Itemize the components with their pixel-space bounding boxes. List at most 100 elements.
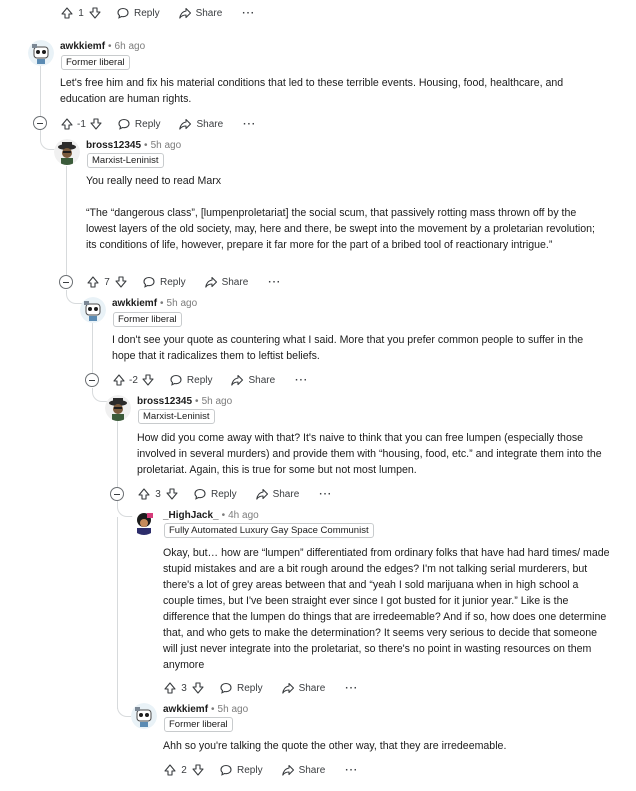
downvote-icon[interactable] bbox=[191, 763, 205, 777]
reply-button[interactable]: Reply bbox=[219, 763, 263, 777]
comment-meta: bross12345 • 5h ago bbox=[86, 140, 182, 151]
username[interactable]: _HighJack_ bbox=[163, 510, 219, 521]
upvote-icon[interactable] bbox=[163, 763, 177, 777]
thread-line bbox=[92, 322, 93, 374]
share-button[interactable]: Share bbox=[230, 373, 275, 387]
comment-body: Let's free him and fix his material cond… bbox=[60, 77, 564, 105]
share-button[interactable]: Share bbox=[255, 487, 299, 501]
upvote-icon[interactable] bbox=[60, 6, 74, 20]
reply-icon bbox=[220, 764, 232, 776]
timestamp[interactable]: 5h ago bbox=[202, 396, 233, 407]
vote-count: 7 bbox=[104, 276, 110, 288]
reply-button[interactable]: Reply bbox=[193, 487, 237, 501]
avatar[interactable] bbox=[131, 703, 157, 729]
downvote-icon[interactable] bbox=[88, 6, 102, 20]
action-bar: 7 Reply Share ··· bbox=[86, 274, 281, 290]
downvote-icon[interactable] bbox=[191, 681, 205, 695]
avatar[interactable] bbox=[105, 395, 131, 421]
share-icon bbox=[178, 7, 191, 19]
username[interactable]: bross12345 bbox=[86, 140, 141, 151]
timestamp[interactable]: 4h ago bbox=[228, 510, 259, 521]
more-options-button[interactable]: ··· bbox=[295, 375, 308, 386]
action-bar: 3 Reply Share ··· bbox=[137, 486, 332, 502]
collapse-thread-button[interactable] bbox=[110, 487, 124, 501]
reply-button[interactable]: Reply bbox=[169, 373, 212, 387]
comment-meta: awkkiemf • 5h ago bbox=[112, 298, 198, 309]
thread-line bbox=[117, 517, 118, 709]
vote-count: -2 bbox=[129, 374, 138, 386]
comment-body: Okay, but… how are “lumpen” differentiat… bbox=[163, 547, 610, 671]
upvote-icon[interactable] bbox=[112, 373, 126, 387]
more-options-button[interactable]: ··· bbox=[242, 8, 255, 19]
share-icon bbox=[255, 488, 268, 500]
username[interactable]: bross12345 bbox=[137, 396, 192, 407]
collapse-thread-button[interactable] bbox=[59, 275, 73, 289]
reply-button[interactable]: Reply bbox=[219, 681, 263, 695]
timestamp[interactable]: 5h ago bbox=[218, 704, 249, 715]
thread-line bbox=[117, 420, 118, 488]
reply-icon bbox=[220, 682, 232, 694]
timestamp[interactable]: 5h ago bbox=[167, 298, 198, 309]
thread-curve bbox=[66, 290, 82, 304]
more-options-button[interactable]: ··· bbox=[345, 765, 358, 776]
share-icon bbox=[204, 276, 217, 288]
share-button[interactable]: Share bbox=[204, 275, 248, 289]
more-options-button[interactable]: ··· bbox=[243, 119, 256, 130]
avatar[interactable] bbox=[131, 509, 157, 535]
reply-button[interactable]: Reply bbox=[116, 6, 160, 20]
timestamp[interactable]: 5h ago bbox=[151, 140, 182, 151]
comment-body: How did you come away with that? It's na… bbox=[137, 432, 602, 476]
reply-button[interactable]: Reply bbox=[117, 117, 160, 131]
reply-icon bbox=[143, 276, 155, 288]
downvote-icon[interactable] bbox=[114, 275, 128, 289]
action-bar: -1 Reply Share ··· bbox=[60, 116, 256, 132]
share-button[interactable]: Share bbox=[178, 117, 223, 131]
downvote-icon[interactable] bbox=[89, 117, 103, 131]
thread-curve bbox=[117, 500, 133, 517]
share-button[interactable]: Share bbox=[281, 763, 325, 777]
comment-meta: awkkiemf • 6h ago bbox=[60, 41, 146, 52]
user-flair: Former liberal bbox=[61, 55, 130, 70]
more-options-button[interactable]: ··· bbox=[345, 683, 358, 694]
comment-body: I don't see your quote as countering wha… bbox=[112, 334, 584, 362]
reply-button[interactable]: Reply bbox=[142, 275, 186, 289]
collapse-thread-button[interactable] bbox=[85, 373, 99, 387]
comment-body: Ahh so you're talking the quote the othe… bbox=[163, 740, 507, 752]
vote-count: 1 bbox=[78, 7, 84, 19]
comment-meta: _HighJack_ • 4h ago bbox=[163, 510, 259, 521]
share-icon bbox=[281, 764, 294, 776]
thread-line bbox=[40, 66, 41, 118]
user-flair: Former liberal bbox=[113, 312, 182, 327]
share-icon bbox=[281, 682, 294, 694]
downvote-icon[interactable] bbox=[165, 487, 179, 501]
vote-count: 3 bbox=[181, 682, 187, 694]
avatar[interactable] bbox=[54, 139, 80, 165]
downvote-icon[interactable] bbox=[141, 373, 155, 387]
reply-icon bbox=[118, 118, 130, 130]
upvote-icon[interactable] bbox=[60, 117, 74, 131]
action-bar: 3 Reply Share ··· bbox=[163, 680, 358, 696]
upvote-icon[interactable] bbox=[86, 275, 100, 289]
vote-count: 3 bbox=[155, 488, 161, 500]
user-flair: Former liberal bbox=[164, 717, 233, 732]
share-button[interactable]: Share bbox=[178, 6, 222, 20]
more-options-button[interactable]: ··· bbox=[268, 277, 281, 288]
avatar[interactable] bbox=[80, 297, 106, 323]
collapse-thread-button[interactable] bbox=[33, 116, 47, 130]
username[interactable]: awkkiemf bbox=[163, 704, 208, 715]
avatar[interactable] bbox=[28, 40, 54, 66]
action-bar: 2 Reply Share ··· bbox=[163, 762, 358, 778]
timestamp[interactable]: 6h ago bbox=[115, 41, 146, 52]
comment-meta: awkkiemf • 5h ago bbox=[163, 704, 249, 715]
share-button[interactable]: Share bbox=[281, 681, 325, 695]
username[interactable]: awkkiemf bbox=[112, 298, 157, 309]
username[interactable]: awkkiemf bbox=[60, 41, 105, 52]
reply-icon bbox=[194, 488, 206, 500]
action-bar: -2 Reply Share ··· bbox=[112, 372, 308, 388]
thread-line bbox=[66, 166, 67, 276]
user-flair: Fully Automated Luxury Gay Space Communi… bbox=[164, 523, 374, 538]
upvote-icon[interactable] bbox=[137, 487, 151, 501]
more-options-button[interactable]: ··· bbox=[319, 489, 332, 500]
upvote-icon[interactable] bbox=[163, 681, 177, 695]
vote-count: 2 bbox=[181, 764, 187, 776]
